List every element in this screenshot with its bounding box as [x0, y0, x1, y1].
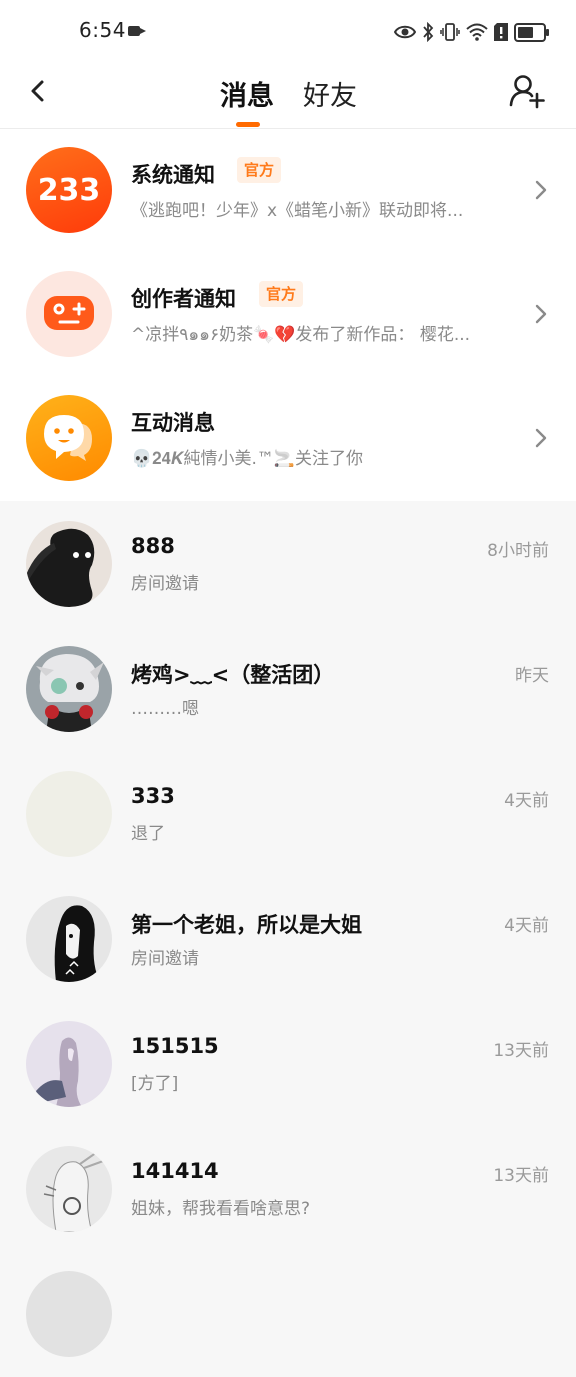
battery-icon: [514, 22, 549, 42]
chat-row[interactable]: [0, 1252, 576, 1377]
creator-notice-preview: ^凉拌٩๑๑۶奶茶🍬💔发布了新作品： 樱花...: [131, 325, 471, 345]
avatar: [26, 521, 112, 607]
chat-name: 第一个老姐，所以是大姐: [131, 913, 362, 937]
chat-last-message: 房间邀请: [131, 574, 199, 594]
avatar: [26, 646, 112, 732]
back-arrow-icon[interactable]: [22, 74, 56, 108]
chat-name: 141414: [131, 1159, 219, 1183]
chevron-right-icon: [535, 304, 547, 324]
status-bar: 6:54: [0, 0, 576, 64]
creator-notice-title: 创作者通知: [131, 287, 236, 311]
chat-list: 888 房间邀请 8小时前 烤鸡>﹏<（整活团） ………嗯 昨天 333 退了 …: [0, 502, 576, 1377]
chevron-right-icon: [535, 180, 547, 200]
chat-row[interactable]: 第一个老姐，所以是大姐 房间邀请 4天前: [0, 877, 576, 1002]
chat-time: 8小时前: [487, 541, 549, 561]
wifi-icon: [466, 23, 488, 41]
avatar: [26, 1146, 112, 1232]
tab-messages[interactable]: 消息: [220, 74, 274, 113]
official-badge: 官方: [237, 157, 282, 183]
chat-last-message: 房间邀请: [131, 949, 199, 969]
chat-name: 333: [131, 784, 175, 808]
chat-row[interactable]: 151515 [方了] 13天前: [0, 1002, 576, 1127]
sim-alert-icon: [494, 23, 508, 41]
chat-last-message: ………嗯: [131, 699, 199, 719]
chat-time: 昨天: [515, 666, 549, 686]
chat-last-message: 姐妹，帮我看看啥意思?: [131, 1199, 311, 1219]
chat-name: 151515: [131, 1034, 219, 1058]
chat-time: 13天前: [493, 1041, 549, 1061]
camera-icon: [128, 26, 146, 36]
chevron-right-icon: [535, 428, 547, 448]
interaction-notice-preview: 💀𝟐𝟒𝑲純情小美.™🚬关注了你: [131, 449, 364, 469]
interaction-notice-item[interactable]: 互动消息 💀𝟐𝟒𝑲純情小美.™🚬关注了你: [0, 377, 576, 501]
official-badge: 官方: [259, 281, 304, 307]
chat-last-message: [方了]: [131, 1074, 179, 1094]
system-notice-preview: 《逃跑吧！少年》x《蜡笔小新》联动即将...: [131, 201, 464, 221]
gamepad-icon: [26, 271, 112, 357]
bluetooth-icon: [423, 22, 434, 42]
logo-233-text: 233: [38, 173, 101, 208]
chat-row[interactable]: 141414 姐妹，帮我看看啥意思? 13天前: [0, 1127, 576, 1252]
chat-time: 4天前: [504, 916, 549, 936]
avatar: [26, 771, 112, 857]
chat-time: 4天前: [504, 791, 549, 811]
chat-last-message: 退了: [131, 824, 165, 844]
chat-name: 烤鸡>﹏<（整活团）: [131, 663, 335, 687]
chat-time: 13天前: [493, 1166, 549, 1186]
chat-row[interactable]: 333 退了 4天前: [0, 752, 576, 877]
chat-row[interactable]: 888 房间邀请 8小时前: [0, 502, 576, 627]
interaction-notice-title: 互动消息: [131, 411, 215, 435]
tab-friends[interactable]: 好友: [303, 74, 357, 113]
status-time: 6:54: [79, 18, 126, 42]
creator-notice-item[interactable]: 创作者通知 官方 ^凉拌٩๑๑۶奶茶🍬💔发布了新作品： 樱花...: [0, 253, 576, 377]
top-nav: 消息 好友: [0, 64, 576, 129]
chat-row[interactable]: 烤鸡>﹏<（整活团） ………嗯 昨天: [0, 627, 576, 752]
active-tab-indicator: [236, 122, 260, 127]
eye-icon: [394, 25, 416, 39]
vibrate-icon: [440, 23, 460, 41]
avatar: [26, 896, 112, 982]
system-section: 233 系统通知 官方 《逃跑吧！少年》x《蜡笔小新》联动即将... 创作者通知…: [0, 129, 576, 501]
logo-233-icon: 233: [26, 147, 112, 233]
avatar: [26, 1271, 112, 1357]
chat-name: 888: [131, 534, 175, 558]
system-notice-item[interactable]: 233 系统通知 官方 《逃跑吧！少年》x《蜡笔小新》联动即将...: [0, 129, 576, 253]
avatar: [26, 1021, 112, 1107]
status-icons: [394, 20, 549, 44]
system-notice-title: 系统通知: [131, 163, 215, 187]
chat-bubble-icon: [26, 395, 112, 481]
add-friend-icon[interactable]: [508, 72, 546, 110]
